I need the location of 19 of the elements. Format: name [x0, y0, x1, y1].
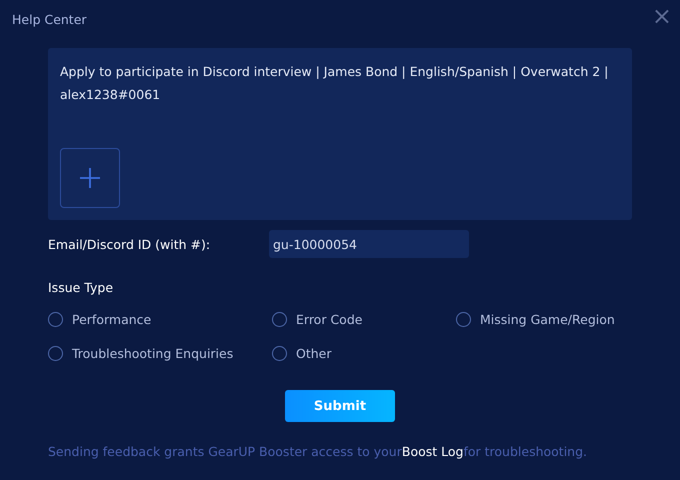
radio-label[interactable]: Performance — [72, 312, 152, 326]
footer-note: Sending feedback grants GearUP Booster access to yourBoost Logfor troubleshooting. — [48, 444, 588, 459]
plus-icon — [79, 167, 101, 189]
message-field[interactable]: Apply to participate in Discord interview | James Bond | English/Spanish | Overwatch 2 | alex1238#0061 — [48, 48, 632, 220]
radio-button[interactable] — [272, 346, 287, 360]
add-attachment-button[interactable] — [60, 148, 120, 208]
radio-label[interactable]: Error Code — [296, 312, 362, 326]
input-field[interactable]: gu-10000054 — [269, 230, 469, 258]
boost-log-link[interactable]: Boost Log — [402, 444, 464, 459]
radio-button[interactable] — [272, 312, 287, 326]
radio-button[interactable] — [48, 346, 63, 360]
section-label: Issue Type — [48, 280, 114, 295]
radio-button[interactable] — [48, 312, 63, 326]
window-title: Help Center — [12, 12, 87, 28]
radio-label[interactable]: Troubleshooting Enquiries — [72, 346, 234, 360]
radio-button[interactable] — [456, 312, 471, 326]
field-label: Email/Discord ID (with #): — [48, 236, 212, 252]
radio-label[interactable]: Missing Game/Region — [480, 312, 615, 326]
radio-label[interactable]: Other — [296, 346, 332, 360]
